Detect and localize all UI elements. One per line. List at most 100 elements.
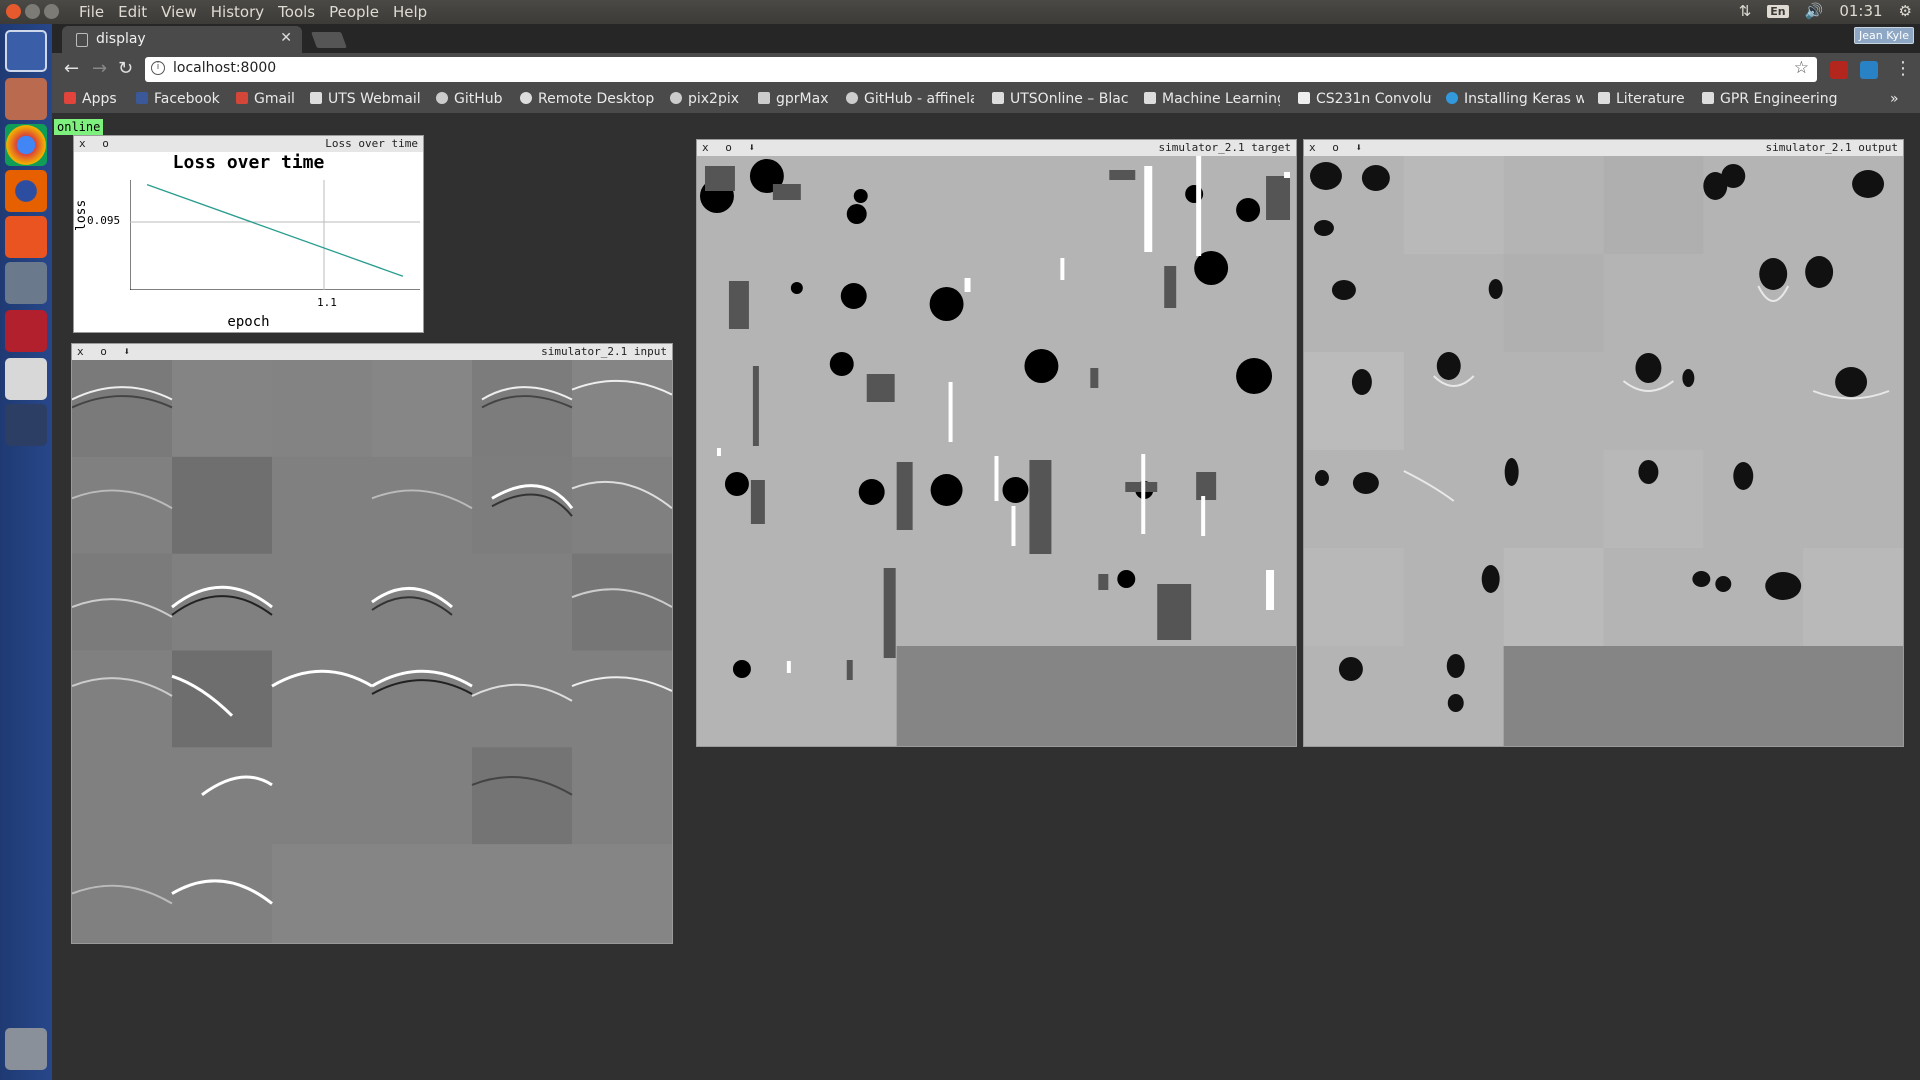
close-tab-icon[interactable]: ✕ bbox=[280, 30, 292, 46]
forward-icon[interactable]: → bbox=[92, 59, 107, 79]
trash-icon[interactable] bbox=[5, 1028, 47, 1070]
maximize-window-icon[interactable] bbox=[44, 4, 59, 19]
pane-controls[interactable]: x o ⬇ bbox=[702, 141, 760, 154]
status-badge: online bbox=[54, 119, 104, 135]
browser-toolbar: ← → ↻ i localhost:8000 ☆ ⋮ bbox=[52, 53, 1920, 87]
target-pane: x o ⬇ simulator_2.1 target bbox=[696, 139, 1297, 747]
uts-icon bbox=[310, 92, 322, 104]
profile-button[interactable]: Jean Kyle bbox=[1854, 27, 1914, 44]
gmail-icon bbox=[236, 92, 248, 104]
software-center-icon[interactable] bbox=[5, 216, 47, 258]
gprmax-icon bbox=[758, 92, 770, 104]
pane-controls[interactable]: x o ⬇ bbox=[1309, 141, 1367, 154]
output-image-grid bbox=[1304, 156, 1903, 746]
blackboard-icon bbox=[992, 92, 1004, 104]
pane-header: x o ⬇ simulator_2.1 input bbox=[72, 344, 672, 360]
bookmark-remote-desktop[interactable]: Remote Desktop bbox=[520, 91, 654, 107]
bookmark-installing-keras[interactable]: Installing Keras with bbox=[1446, 91, 1584, 107]
settings-icon[interactable] bbox=[5, 262, 47, 304]
bookmark-uts-webmail[interactable]: UTS Webmail bbox=[310, 91, 421, 107]
menu-tools[interactable]: Tools bbox=[271, 2, 322, 22]
loss-series-line bbox=[146, 183, 404, 277]
bookmark-github[interactable]: GitHub bbox=[436, 91, 503, 107]
workspace-icon[interactable] bbox=[5, 404, 47, 446]
extension-icon[interactable] bbox=[1860, 61, 1878, 79]
pane-title: simulator_2.1 target bbox=[1158, 141, 1291, 154]
radargram-grid bbox=[72, 360, 672, 943]
url-text[interactable]: localhost:8000 bbox=[173, 60, 276, 76]
tab-display[interactable]: display ✕ bbox=[62, 26, 302, 53]
text-editor-icon[interactable] bbox=[5, 358, 47, 400]
github-icon bbox=[846, 92, 858, 104]
chrome-icon[interactable] bbox=[5, 124, 47, 166]
address-bar[interactable]: i localhost:8000 ☆ bbox=[145, 57, 1817, 82]
gear-icon[interactable]: ⚙ bbox=[1899, 2, 1912, 20]
output-blobs bbox=[1304, 156, 1903, 746]
volume-icon[interactable]: 🔊 bbox=[1805, 2, 1824, 20]
github-icon bbox=[436, 92, 448, 104]
top-panel: File Edit View History Tools People Help… bbox=[0, 0, 1920, 24]
firefox-icon[interactable] bbox=[5, 170, 47, 212]
facebook-icon bbox=[136, 92, 148, 104]
tab-label: display bbox=[96, 31, 146, 47]
back-icon[interactable]: ← bbox=[64, 59, 79, 79]
bookmarks-more-icon[interactable]: » bbox=[1890, 91, 1899, 107]
output-pane: x o ⬇ simulator_2.1 output bbox=[1303, 139, 1904, 747]
close-window-icon[interactable] bbox=[6, 4, 21, 19]
pane-title: simulator_2.1 input bbox=[541, 345, 667, 358]
x-tick-label: 1.1 bbox=[317, 296, 337, 309]
menu-icon[interactable]: ⋮ bbox=[1894, 59, 1912, 79]
bookmark-cs231n[interactable]: CS231n Convolutional bbox=[1298, 91, 1432, 107]
new-tab-button[interactable] bbox=[311, 32, 347, 48]
pane-header: x o ⬇ simulator_2.1 output bbox=[1304, 140, 1903, 156]
files-icon[interactable] bbox=[5, 78, 47, 120]
menu-help[interactable]: Help bbox=[386, 2, 434, 22]
pane-header: x o ⬇ simulator_2.1 target bbox=[697, 140, 1296, 156]
window-buttons bbox=[6, 4, 59, 19]
page-icon bbox=[76, 33, 88, 47]
bookmark-github-affinelayer[interactable]: GitHub - affinelayer/pix2pix bbox=[846, 91, 974, 107]
bookmark-gmail[interactable]: Gmail bbox=[236, 91, 295, 107]
menu-edit[interactable]: Edit bbox=[111, 2, 154, 22]
loss-plot bbox=[130, 180, 420, 290]
menu-history[interactable]: History bbox=[204, 2, 271, 22]
clock[interactable]: 01:31 bbox=[1839, 2, 1882, 20]
minimize-window-icon[interactable] bbox=[25, 4, 40, 19]
bookmark-facebook[interactable]: Facebook bbox=[136, 91, 220, 107]
input-pane: x o ⬇ simulator_2.1 input bbox=[71, 343, 673, 944]
folder-icon bbox=[1598, 92, 1610, 104]
keras-icon bbox=[1446, 92, 1458, 104]
network-icon[interactable]: ⇅ bbox=[1739, 2, 1752, 20]
reload-icon[interactable]: ↻ bbox=[118, 59, 133, 79]
app-icon[interactable] bbox=[5, 310, 47, 352]
pane-controls[interactable]: x o ⬇ bbox=[77, 345, 135, 358]
dash-icon[interactable] bbox=[5, 30, 47, 72]
bookmark-apps[interactable]: Apps bbox=[64, 91, 117, 107]
star-icon[interactable]: ☆ bbox=[1794, 58, 1809, 78]
bookmark-pix2pix[interactable]: pix2pix bbox=[670, 91, 739, 107]
tab-bar: display ✕ Jean Kyle bbox=[52, 24, 1920, 53]
bookmark-gprmax[interactable]: gprMax bbox=[758, 91, 828, 107]
browser-window: display ✕ Jean Kyle ← → ↻ i localhost:80… bbox=[52, 24, 1920, 1080]
folder-icon bbox=[1702, 92, 1714, 104]
x-axis-label: epoch bbox=[227, 314, 270, 330]
keyboard-layout[interactable]: En bbox=[1767, 4, 1789, 18]
bookmark-utsonline[interactable]: UTSOnline – Blackboard bbox=[992, 91, 1128, 107]
bookmark-literature[interactable]: Literature bbox=[1598, 91, 1685, 107]
info-icon[interactable]: i bbox=[151, 61, 165, 75]
bookmark-gpr-engineering[interactable]: GPR Engineering bbox=[1702, 91, 1842, 107]
menu-bar: File Edit View History Tools People Help bbox=[72, 2, 434, 22]
menu-file[interactable]: File bbox=[72, 2, 111, 22]
pane-title: simulator_2.1 output bbox=[1765, 141, 1898, 154]
chart-title: Loss over time bbox=[172, 152, 325, 173]
bookmark-machine-learning[interactable]: Machine Learning bbox=[1144, 91, 1280, 107]
pane-controls[interactable]: x o bbox=[79, 137, 114, 150]
bookmarks-bar: Apps Facebook Gmail UTS Webmail GitHub R… bbox=[52, 87, 1920, 113]
menu-people[interactable]: People bbox=[322, 2, 386, 22]
page-content: online x o Loss over time Loss over time… bbox=[52, 113, 1920, 1080]
menu-view[interactable]: View bbox=[154, 2, 204, 22]
loss-pane: x o Loss over time Loss over time loss 0… bbox=[73, 135, 424, 333]
pane-title: Loss over time bbox=[325, 137, 418, 150]
ublock-icon[interactable] bbox=[1830, 61, 1848, 79]
target-image-grid bbox=[697, 156, 1296, 746]
